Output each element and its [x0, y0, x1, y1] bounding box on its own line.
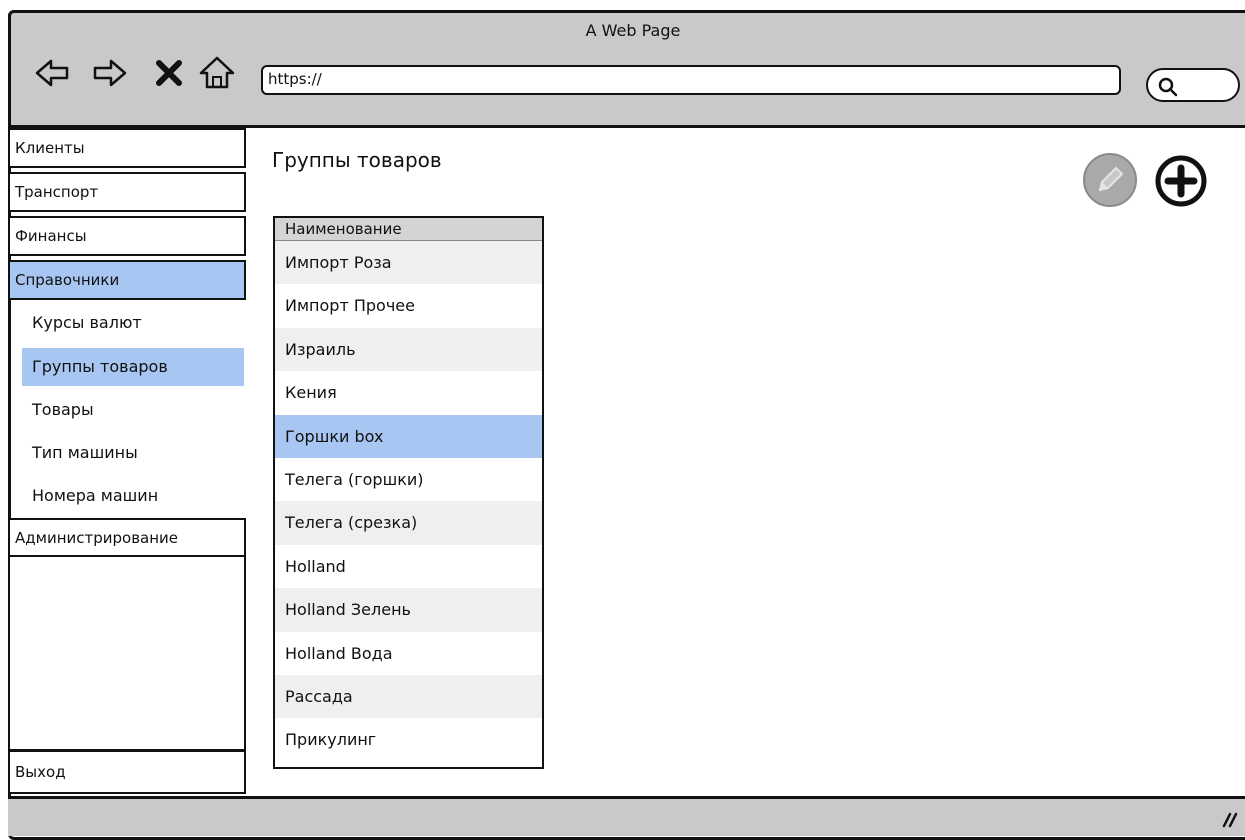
- sidebar-empty-area: [8, 555, 246, 751]
- add-icon[interactable]: [1154, 154, 1208, 208]
- browser-search-button[interactable]: [1146, 68, 1240, 102]
- list-item[interactable]: Телега (горшки): [275, 458, 542, 501]
- sidebar-subitem-product-groups[interactable]: Группы товаров: [22, 348, 244, 386]
- edit-icon[interactable]: [1082, 152, 1138, 208]
- list-item[interactable]: Телега (срезка): [275, 501, 542, 545]
- column-header-name[interactable]: Наименование: [275, 218, 542, 241]
- list-item[interactable]: Holland Зелень: [275, 588, 542, 632]
- list-item[interactable]: Израиль: [275, 327, 542, 372]
- list-item[interactable]: Прикулинг: [275, 718, 542, 761]
- sidebar-item-transport[interactable]: Транспорт: [8, 172, 246, 212]
- search-icon: [1158, 77, 1178, 97]
- browser-toolbar: A Web Page https://: [8, 10, 1245, 128]
- list-item[interactable]: Holland: [275, 545, 542, 588]
- sidebar-item-administration[interactable]: Администрирование: [8, 518, 246, 558]
- sidebar-item-finance[interactable]: Финансы: [8, 216, 246, 256]
- stop-icon[interactable]: [149, 53, 189, 93]
- resize-handle-icon[interactable]: [1218, 810, 1240, 828]
- page-title: Группы товаров: [272, 148, 442, 172]
- list-item-selected[interactable]: Горшки box: [275, 414, 542, 458]
- product-groups-list: Наименование Импорт Роза Импорт Прочее И…: [273, 216, 544, 769]
- list-item[interactable]: Holland Вода: [275, 632, 542, 675]
- sidebar-subitem-currency-rates[interactable]: Курсы валют: [22, 304, 244, 342]
- status-bar: [8, 796, 1245, 836]
- sidebar-item-directories[interactable]: Справочники: [8, 260, 246, 300]
- back-icon[interactable]: [33, 53, 73, 93]
- forward-icon[interactable]: [89, 53, 129, 93]
- sidebar-item-clients[interactable]: Клиенты: [8, 128, 246, 168]
- home-icon[interactable]: [197, 53, 237, 93]
- list-item[interactable]: Импорт Прочее: [275, 284, 542, 327]
- list-item[interactable]: Импорт Роза: [275, 241, 542, 285]
- sidebar-subitem-vehicle-numbers[interactable]: Номера машин: [22, 477, 244, 515]
- sidebar-subitem-products[interactable]: Товары: [22, 391, 244, 429]
- url-input[interactable]: https://: [261, 65, 1121, 95]
- sidebar-item-exit[interactable]: Выход: [8, 750, 246, 794]
- sidebar-subitem-vehicle-type[interactable]: Тип машины: [22, 434, 244, 472]
- list-item[interactable]: Кения: [275, 371, 542, 414]
- window-title: A Web Page: [585, 21, 681, 40]
- list-item[interactable]: Рассада: [275, 674, 542, 719]
